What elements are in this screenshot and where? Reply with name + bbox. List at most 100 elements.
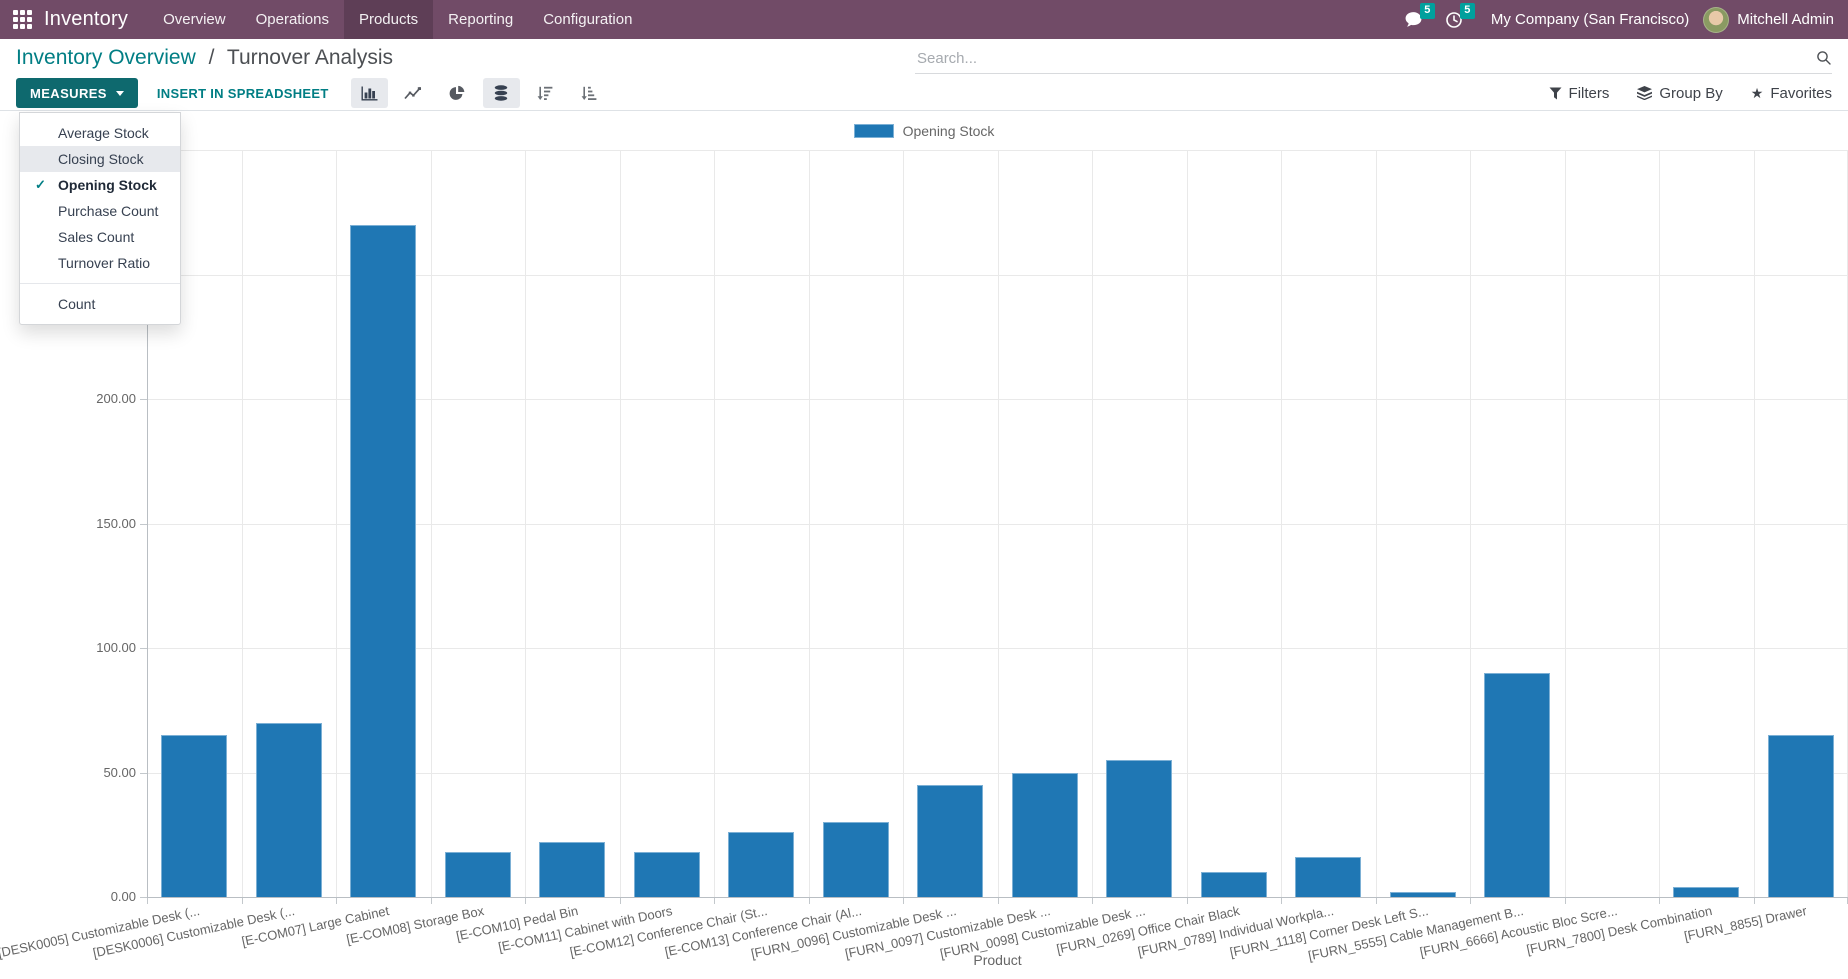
x-gridline: [525, 150, 526, 897]
x-gridline: [903, 150, 904, 897]
x-tick-mark: [1659, 898, 1660, 904]
y-tick-label: 50.00: [0, 765, 136, 781]
measures-menu-item-label: Count: [58, 296, 95, 312]
y-tick-label: 150.00: [0, 516, 136, 532]
sort-descending-button[interactable]: [527, 78, 564, 108]
y-tick-mark: [140, 524, 147, 525]
bar-e-com11-cabinet-with-doors: [634, 852, 700, 897]
bar-furn-0097-customizable-desk: [1012, 773, 1078, 898]
bar-furn-8855-drawer: [1768, 735, 1834, 897]
measures-menu-item-label: Purchase Count: [58, 203, 158, 219]
filter-funnel-icon: [1549, 87, 1562, 100]
top-menu-item-configuration[interactable]: Configuration: [528, 0, 647, 39]
x-gridline: [1092, 150, 1093, 897]
sort-ascending-button[interactable]: [571, 78, 608, 108]
measures-button[interactable]: MEASURES: [16, 78, 138, 108]
app-name[interactable]: Inventory: [44, 0, 128, 39]
activities-badge: 5: [1460, 3, 1475, 19]
control-panel-top: Inventory Overview / Turnover Analysis: [0, 39, 1848, 76]
search-options: Filters Group By ★ Favorites: [1549, 85, 1832, 102]
breadcrumb-parent-link[interactable]: Inventory Overview: [16, 46, 196, 69]
x-tick-mark: [1376, 898, 1377, 904]
x-gridline: [809, 150, 810, 897]
search-bar: [915, 43, 1832, 74]
line-chart-button[interactable]: [395, 78, 432, 108]
measures-menu-item-sales-count[interactable]: Sales Count: [20, 224, 180, 250]
bar-furn-7800-desk-combination: [1673, 887, 1739, 897]
favorites-button[interactable]: ★ Favorites: [1751, 85, 1832, 102]
pie-chart-button[interactable]: [439, 78, 476, 108]
y-tick-mark: [140, 773, 147, 774]
x-tick-mark: [336, 898, 337, 904]
star-icon: ★: [1751, 86, 1764, 100]
x-gridline: [1659, 150, 1660, 897]
x-tick-mark: [1092, 898, 1093, 904]
check-icon: ✓: [35, 177, 46, 193]
x-tick-mark: [620, 898, 621, 904]
top-menu: OverviewOperationsProductsReportingConfi…: [148, 0, 647, 39]
x-tick-mark: [242, 898, 243, 904]
apps-grid-icon: [13, 10, 32, 29]
top-menu-item-products[interactable]: Products: [344, 0, 433, 39]
bar-chart-button[interactable]: [351, 78, 388, 108]
y-tick-label: 200.00: [0, 391, 136, 407]
measures-menu-item-turnover-ratio[interactable]: Turnover Ratio: [20, 250, 180, 276]
x-gridline: [1376, 150, 1377, 897]
measures-menu-item-label: Sales Count: [58, 229, 134, 245]
measures-menu-item-opening-stock[interactable]: ✓ Opening Stock: [20, 172, 180, 198]
measures-menu-item-label: Turnover Ratio: [58, 255, 150, 271]
y-tick-mark: [140, 399, 147, 400]
bar-e-com07-large-cabinet: [350, 225, 416, 897]
legend-label: Opening Stock: [903, 123, 995, 139]
x-axis-line: [147, 897, 1848, 898]
bar-furn-5555-cable-management-b: [1484, 673, 1550, 897]
x-axis-title: Product: [147, 952, 1848, 968]
insert-in-spreadsheet-button[interactable]: INSERT IN SPREADSHEET: [157, 86, 329, 101]
messages-button[interactable]: 5: [1401, 7, 1427, 33]
x-tick-mark: [1281, 898, 1282, 904]
measures-menu-item-purchase-count[interactable]: Purchase Count: [20, 198, 180, 224]
sort-descending-icon: [537, 86, 553, 101]
inventory-app-screen: Opening Stock Product 0.00 50.00 100.00 150…: [0, 0, 1848, 979]
x-tick-mark: [1565, 898, 1566, 904]
apps-menu-button[interactable]: [0, 0, 44, 39]
user-menu[interactable]: Mitchell Admin: [1703, 7, 1834, 33]
top-menu-item-overview[interactable]: Overview: [148, 0, 241, 39]
search-input[interactable]: [915, 49, 1816, 68]
search-icon[interactable]: [1816, 50, 1832, 66]
bar-e-com13-conference-chair-al: [823, 822, 889, 897]
measures-dropdown: Average Stock Closing Stock ✓ Opening Stock…: [19, 112, 181, 325]
measures-menu-item-average-stock[interactable]: Average Stock: [20, 120, 180, 146]
legend-item-opening-stock[interactable]: Opening Stock: [0, 123, 1848, 139]
group-by-button[interactable]: Group By: [1637, 85, 1722, 102]
measures-menu-item-label: Opening Stock: [58, 177, 157, 193]
turnover-bar-chart: Opening Stock Product 0.00 50.00 100.00 150…: [0, 0, 1848, 979]
activities-button[interactable]: 5: [1441, 7, 1467, 33]
breadcrumb: Inventory Overview / Turnover Analysis: [16, 46, 393, 70]
top-navbar: Inventory OverviewOperationsProductsRepo…: [0, 0, 1848, 39]
x-tick-mark: [1470, 898, 1471, 904]
y-tick-mark: [140, 897, 147, 898]
stacked-icon: [493, 85, 509, 101]
measures-menu-item-count[interactable]: Count: [20, 291, 180, 317]
x-gridline: [1187, 150, 1188, 897]
y-tick-label: 100.00: [0, 640, 136, 656]
top-menu-item-operations[interactable]: Operations: [241, 0, 344, 39]
x-gridline: [1281, 150, 1282, 897]
stacked-toggle-button[interactable]: [483, 78, 520, 108]
layers-icon: [1637, 86, 1652, 100]
company-switcher[interactable]: My Company (San Francisco): [1491, 11, 1689, 28]
x-gridline: [714, 150, 715, 897]
measures-menu-item-closing-stock[interactable]: Closing Stock: [20, 146, 180, 172]
y-tick-label: 0.00: [0, 889, 136, 905]
top-menu-item-reporting[interactable]: Reporting: [433, 0, 528, 39]
x-tick-mark: [431, 898, 432, 904]
filters-button[interactable]: Filters: [1549, 85, 1610, 102]
y-tick-mark: [140, 648, 147, 649]
x-tick-mark: [903, 898, 904, 904]
bar-desk0006-customizable-desk: [256, 723, 322, 897]
bar-furn-0096-customizable-desk: [917, 785, 983, 897]
bar-desk0005-customizable-desk: [161, 735, 227, 897]
measures-menu-item-label: Average Stock: [58, 125, 149, 141]
x-tick-mark: [147, 898, 148, 904]
